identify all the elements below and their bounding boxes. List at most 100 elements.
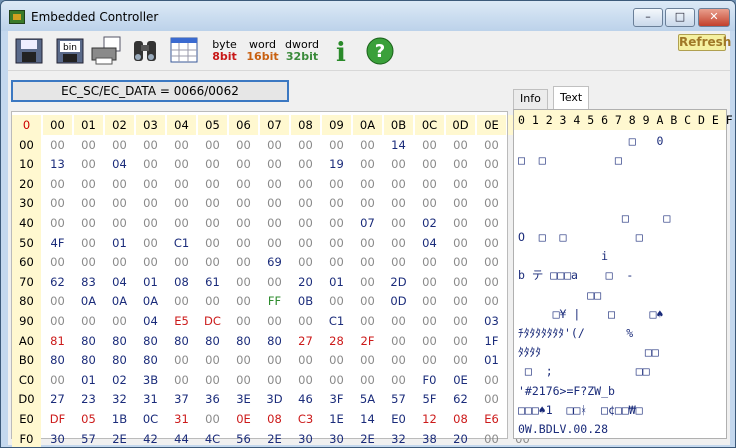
register-cell: 00 <box>267 353 282 368</box>
register-cell: 56 <box>236 431 251 446</box>
save-bin-button[interactable]: bin <box>53 34 86 67</box>
register-cell: 00 <box>329 176 344 191</box>
text-view-header: 0 1 2 3 4 5 6 7 8 9 A B C D E F <box>514 110 733 130</box>
register-cell: 00 <box>267 274 282 289</box>
register-grid: 0000102030405060708090A0B0C0D0E0F0000000… <box>11 111 537 447</box>
minimize-button[interactable]: – <box>633 8 663 27</box>
register-cell: 00 <box>298 255 313 270</box>
register-cell: 00 <box>236 196 251 211</box>
register-cell: 00 <box>81 157 96 172</box>
register-cell: 07 <box>360 216 375 230</box>
register-cell: 00 <box>81 255 96 270</box>
maximize-button[interactable]: □ <box>665 8 695 27</box>
register-cell: C3 <box>297 412 314 426</box>
register-cell: 00 <box>484 235 499 250</box>
window-grid-icon <box>170 37 197 62</box>
byte-mode-button[interactable]: byte 8bit <box>208 34 241 67</box>
register-cell: 42 <box>143 431 158 446</box>
register-cell: 00 <box>143 255 158 270</box>
save-button[interactable] <box>12 34 45 67</box>
text-row: O □ □ □ <box>518 230 643 244</box>
dword-mode-button[interactable]: dword 32bit <box>284 34 320 67</box>
svg-text:?: ? <box>374 41 384 62</box>
register-cell: 2E <box>112 431 127 446</box>
register-cell: 00 <box>391 235 406 250</box>
register-cell: 00 <box>298 372 313 387</box>
register-cell: 00 <box>50 216 65 230</box>
help-button[interactable]: ? <box>363 34 396 67</box>
byte-label: byte <box>212 37 237 51</box>
register-cell: 00 <box>205 157 220 172</box>
find-button[interactable] <box>128 34 161 67</box>
register-cell: 00 <box>360 157 375 172</box>
register-cell: 00 <box>174 216 189 230</box>
register-cell: 04 <box>112 274 127 289</box>
register-cell: 00 <box>205 372 220 387</box>
word-label: word <box>248 37 277 51</box>
row-header: 00 <box>12 134 41 155</box>
row-header: D0 <box>12 389 41 410</box>
text-row: □□ <box>518 287 602 302</box>
register-cell: 12 <box>422 412 437 426</box>
register-cell: 80 <box>236 333 251 348</box>
register-cell: 00 <box>174 255 189 270</box>
register-cell: 00 <box>360 314 375 328</box>
window-button[interactable] <box>168 34 201 67</box>
register-cell: 37 <box>174 392 189 407</box>
register-cell: 00 <box>267 216 282 230</box>
word-mode-button[interactable]: word 16bit <box>246 34 279 67</box>
register-cell: 00 <box>112 216 127 230</box>
register-cell: 30 <box>329 431 344 446</box>
register-cell: 80 <box>267 333 282 348</box>
print-button[interactable] <box>89 34 122 67</box>
text-row: □□□♠1 □□ᚼ □¢□□₩□ <box>518 402 643 417</box>
row-header: B0 <box>12 350 41 371</box>
register-cell: 04 <box>422 235 437 250</box>
register-cell: 00 <box>360 235 375 250</box>
register-cell: 00 <box>422 314 437 328</box>
register-cell: 00 <box>329 196 344 211</box>
column-header: 09 <box>322 115 351 135</box>
tab-info[interactable]: Info <box>513 89 548 109</box>
row-header: 30 <box>12 193 41 214</box>
register-cell: 00 <box>453 274 468 289</box>
register-cell: 00 <box>267 314 282 328</box>
toolbar: bin byte 8bit word 16bit dword 32bit i ?… <box>8 31 731 71</box>
register-cell: 1B <box>111 412 128 426</box>
register-cell: 57 <box>81 431 96 446</box>
register-cell: 3D <box>266 392 283 407</box>
register-cell: 14 <box>360 412 375 426</box>
tab-text[interactable]: Text <box>553 86 590 110</box>
register-cell: 00 <box>174 157 189 172</box>
register-cell: 00 <box>484 431 499 446</box>
title-bar[interactable]: Embedded Controller – □ ✕ <box>1 1 735 31</box>
text-row: ﾀﾀﾀﾀ □□ <box>518 345 659 360</box>
register-cell: 00 <box>143 235 158 250</box>
svg-text:bin: bin <box>63 43 77 53</box>
register-cell: 57 <box>391 392 406 407</box>
register-cell: 00 <box>298 353 313 368</box>
info-button[interactable]: i <box>324 34 357 67</box>
register-cell: 04 <box>112 157 127 172</box>
refresh-button[interactable]: Refresh <box>678 34 731 51</box>
register-cell: 5F <box>422 392 437 407</box>
register-cell: 00 <box>267 176 282 191</box>
register-cell: 00 <box>81 137 96 152</box>
register-cell: 00 <box>236 372 251 387</box>
text-view: 0 1 2 3 4 5 6 7 8 9 A B C D E F □ 0 □ □ □… <box>513 109 733 439</box>
register-cell: 00 <box>422 196 437 211</box>
register-cell: 01 <box>329 274 344 289</box>
register-cell: 00 <box>391 255 406 270</box>
register-cell: 00 <box>484 176 499 191</box>
register-cell: 44 <box>174 431 189 446</box>
register-cell: 2E <box>360 431 375 446</box>
text-row: b テ □□□a □ - <box>518 268 634 283</box>
register-cell: 00 <box>298 137 313 152</box>
register-cell: 00 <box>267 235 282 250</box>
register-cell: 00 <box>453 196 468 211</box>
close-button[interactable]: ✕ <box>698 8 730 27</box>
register-cell: C1 <box>328 314 345 328</box>
register-cell: 00 <box>143 176 158 191</box>
register-cell: 00 <box>453 137 468 152</box>
register-cell: 00 <box>50 196 65 211</box>
